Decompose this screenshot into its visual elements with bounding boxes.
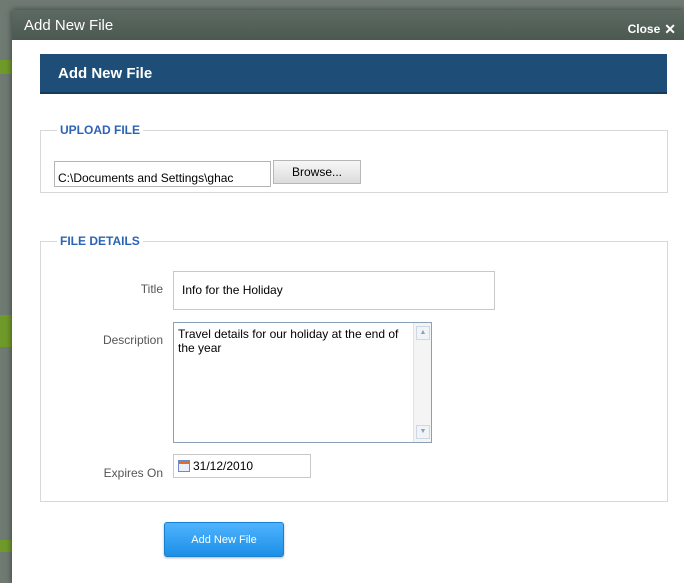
modal-titlebar: Add New File Close ✕ [12, 10, 684, 40]
file-path-input[interactable]: C:\Documents and Settings\ghac [54, 161, 271, 187]
title-label: Title [140, 282, 163, 296]
expires-on-input[interactable]: 31/12/2010 [173, 454, 311, 478]
modal-title: Add New File [24, 17, 114, 34]
add-new-file-button[interactable]: Add New File [164, 522, 284, 557]
close-icon[interactable]: ✕ [664, 22, 676, 36]
upload-file-section: UPLOAD FILE C:\Documents and Settings\gh… [40, 123, 668, 193]
description-textarea[interactable]: Travel details for our holiday at the en… [173, 322, 432, 443]
upload-file-legend: UPLOAD FILE [60, 123, 140, 137]
file-details-section: FILE DETAILS Title Info for the Holiday … [40, 234, 668, 502]
scroll-up-arrow-icon[interactable]: ▲ [416, 326, 430, 340]
title-input[interactable]: Info for the Holiday [173, 271, 495, 310]
close-button[interactable]: Close ✕ [628, 22, 676, 36]
scroll-down-arrow-icon[interactable]: ▼ [416, 425, 430, 439]
browse-button[interactable]: Browse... [273, 160, 361, 184]
add-file-modal: Add New File Close ✕ Add New File UPLOAD… [12, 10, 684, 583]
expires-on-label: Expires On [103, 466, 163, 480]
close-label: Close [627, 22, 661, 36]
description-scrollbar[interactable]: ▲ ▼ [413, 323, 431, 442]
description-label: Description [102, 333, 163, 347]
panel-title: Add New File [58, 65, 153, 82]
panel-header: Add New File [40, 54, 667, 94]
file-details-legend: FILE DETAILS [60, 234, 140, 248]
description-text: Travel details for our holiday at the en… [178, 327, 399, 355]
expires-on-value: 31/12/2010 [193, 459, 254, 473]
calendar-icon[interactable] [178, 460, 190, 472]
